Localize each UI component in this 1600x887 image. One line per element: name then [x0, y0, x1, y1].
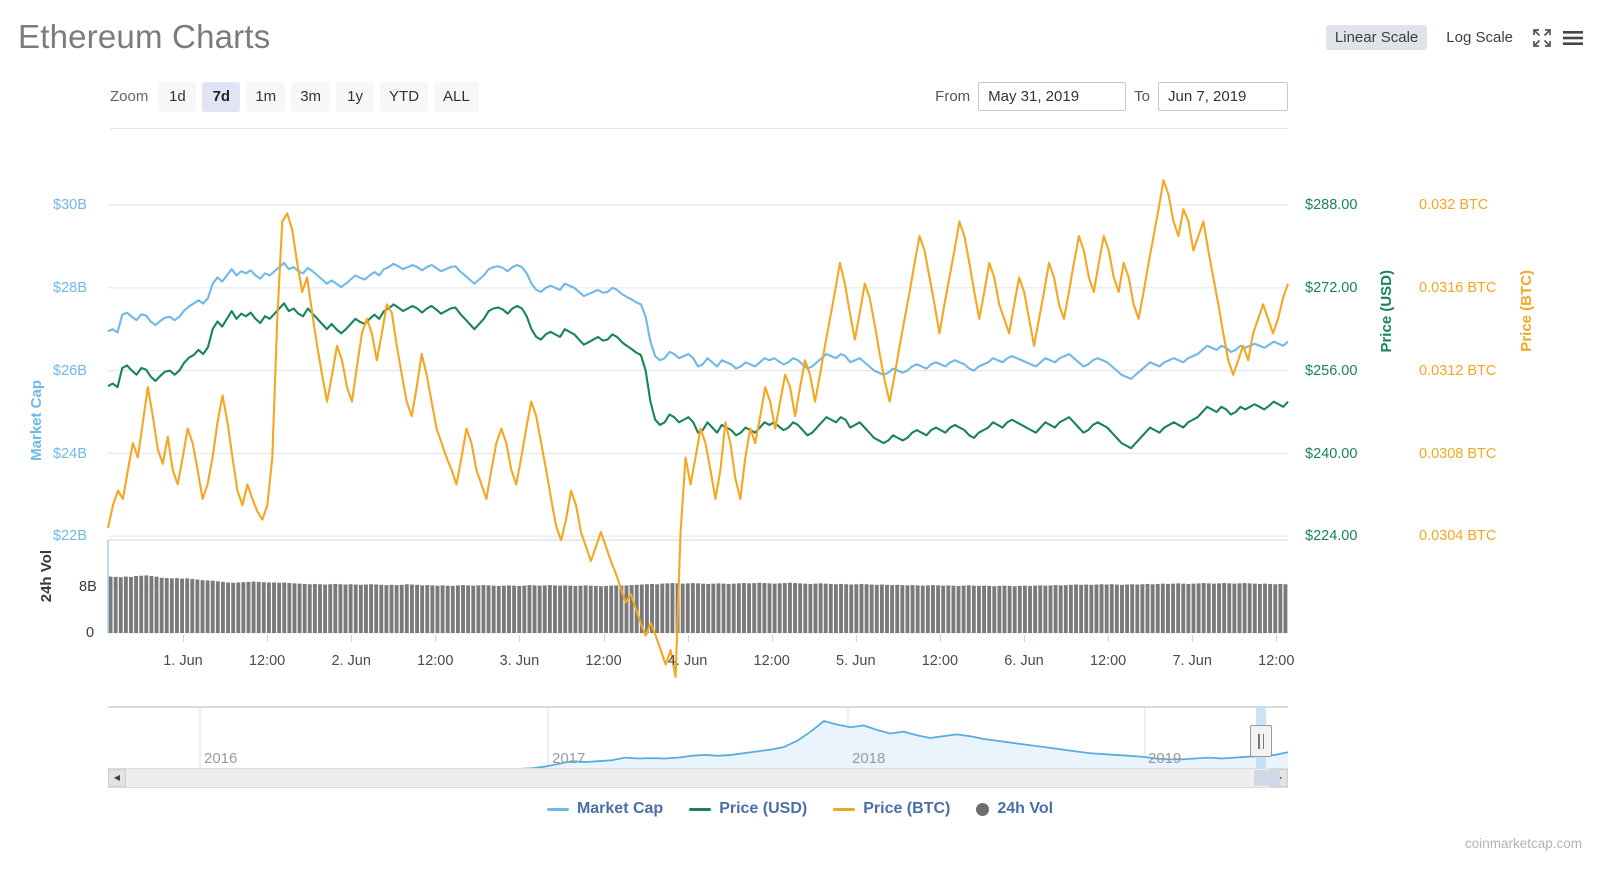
x-axis-tick-8: 5. Jun — [836, 653, 876, 669]
x-axis-tickmark-4 — [519, 635, 521, 642]
x-axis-tick-1: 12:00 — [248, 653, 286, 669]
hamburger-menu-icon[interactable] — [1562, 29, 1584, 47]
legend-label-price-btc: Price (BTC) — [863, 800, 951, 817]
x-axis-tickmark-12 — [1192, 635, 1194, 642]
x-axis-tick-11: 12:00 — [1089, 653, 1127, 669]
x-axis-tick-12: 7. Jun — [1172, 653, 1212, 669]
from-date-input[interactable] — [978, 82, 1127, 111]
log-scale-button[interactable]: Log Scale — [1437, 25, 1522, 50]
x-axis-tick-6: 4. Jun — [667, 653, 708, 669]
zoom-button-all[interactable]: ALL — [434, 82, 479, 112]
fullscreen-icon[interactable] — [1532, 28, 1552, 48]
x-axis-tick-4: 3. Jun — [499, 653, 540, 669]
navigator-canvas[interactable] — [108, 705, 1289, 775]
chart-legend: Market Cap Price (USD) Price (BTC) 24h V… — [0, 800, 1600, 818]
legend-item-price-usd[interactable]: Price (USD) — [689, 800, 807, 818]
page-title: Ethereum Charts — [18, 18, 271, 55]
zoom-button-group: 1d 7d 1m 3m 1y YTD ALL — [158, 82, 479, 112]
series-canvas — [106, 179, 1289, 679]
zoom-button-1y[interactable]: 1y — [336, 82, 375, 112]
to-date-input[interactable] — [1158, 82, 1288, 111]
x-axis-tickmark-1 — [267, 635, 269, 642]
navigator[interactable]: 2016 2017 2018 2019 — [108, 705, 1289, 775]
zoom-button-ytd[interactable]: YTD — [380, 82, 429, 112]
chart-plot-area: Market Cap 24h Vol Price (USD) Price (BT… — [0, 150, 1600, 710]
x-axis-tickmark-2 — [351, 635, 353, 642]
x-axis-tickmark-11 — [1108, 635, 1110, 642]
x-axis-tick-13: 12:00 — [1258, 653, 1295, 669]
series-line-price-usd — [107, 302, 1289, 450]
x-axis-tick-10: 6. Jun — [1004, 653, 1044, 669]
range-selector-row: Zoom 1d 7d 1m 3m 1y YTD ALL From To — [110, 82, 1288, 129]
legend-label-market-cap: Market Cap — [576, 800, 664, 817]
legend-item-24h-vol[interactable]: 24h Vol — [976, 800, 1053, 818]
x-axis-tickmark-7 — [771, 635, 773, 642]
x-axis-tick-3: 12:00 — [417, 653, 454, 669]
scale-controls: Linear Scale Log Scale — [1325, 25, 1584, 50]
legend-item-price-btc[interactable]: Price (BTC) — [833, 800, 950, 818]
x-axis-tickmark-0 — [183, 635, 184, 642]
x-axis-tickmark-9 — [939, 635, 941, 642]
x-axis-tickmark-6 — [687, 635, 689, 642]
to-label: To — [1134, 88, 1150, 105]
x-axis-tick-9: 12:00 — [921, 653, 959, 669]
date-range-controls: From To — [935, 82, 1288, 111]
x-axis-tick-5: 12:00 — [585, 653, 622, 669]
watermark: coinmarketcap.com — [1464, 836, 1582, 851]
navigator-year-2016: 2016 — [204, 750, 238, 767]
scroll-left-arrow-icon[interactable]: ◀ — [108, 769, 126, 787]
x-axis-tick-0: 1. Jun — [163, 653, 203, 669]
scrollbar-thumb[interactable] — [1254, 770, 1280, 786]
legend-item-market-cap[interactable]: Market Cap — [546, 800, 664, 818]
x-axis-tick-7: 12:00 — [753, 653, 790, 669]
zoom-button-1d[interactable]: 1d — [158, 82, 197, 112]
chart-page: Ethereum Charts Linear Scale Log Scale Z… — [0, 0, 1600, 887]
legend-label-price-usd: Price (USD) — [719, 800, 808, 817]
linear-scale-button[interactable]: Linear Scale — [1325, 25, 1428, 50]
x-axis-tickmark-10 — [1024, 635, 1025, 642]
legend-marker-price-usd — [689, 807, 712, 811]
zoom-button-1m[interactable]: 1m — [246, 82, 286, 112]
navigator-year-2017: 2017 — [552, 750, 586, 767]
legend-label-24h-vol: 24h Vol — [997, 800, 1054, 817]
zoom-label: Zoom — [110, 88, 149, 105]
series-line-market-cap — [107, 261, 1289, 380]
navigator-right-handle-icon[interactable] — [1250, 725, 1272, 757]
navigator-year-2019: 2019 — [1148, 750, 1182, 767]
zoom-button-3m[interactable]: 3m — [291, 82, 331, 112]
from-label: From — [935, 88, 971, 105]
gridlines — [108, 204, 1288, 634]
navigator-year-2018: 2018 — [852, 750, 886, 767]
legend-marker-price-btc — [833, 807, 856, 811]
navigator-scrollbar[interactable]: ◀ ▶ — [108, 768, 1288, 788]
legend-marker-market-cap — [546, 807, 569, 811]
x-axis-tickmark-5 — [603, 635, 605, 642]
volume-bars — [108, 575, 1288, 634]
x-axis-tickmark-8 — [855, 635, 857, 642]
legend-marker-24h-vol — [976, 802, 990, 816]
zoom-button-7d[interactable]: 7d — [202, 82, 241, 112]
x-axis-tick-2: 2. Jun — [331, 653, 371, 669]
x-axis-tickmark-3 — [435, 635, 437, 642]
x-axis-tickmark-13 — [1276, 635, 1278, 642]
